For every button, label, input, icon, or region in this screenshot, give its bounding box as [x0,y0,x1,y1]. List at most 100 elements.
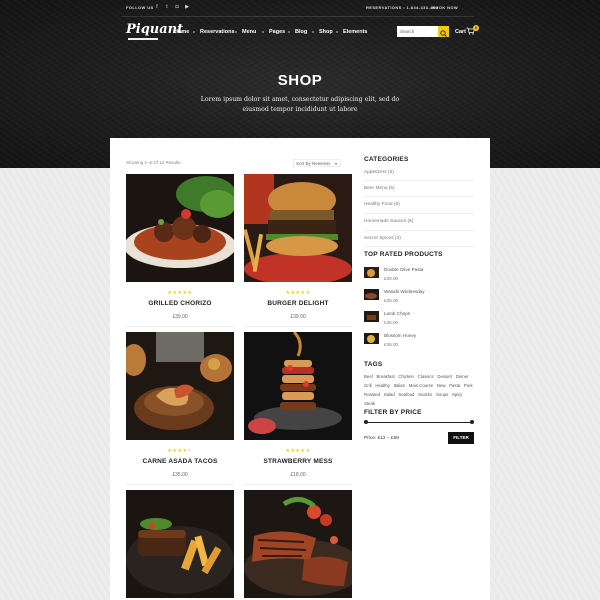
divider [364,246,474,247]
top-rated-price: £39.00 [384,342,399,347]
nav-separator [193,31,195,33]
price-range-label: Price: £12 – £59 [364,436,399,441]
product-price: £18.00 [290,472,306,478]
filter-heading: FILTER BY PRICE [364,409,422,416]
nav-item-reservations[interactable]: Reservations [200,29,235,35]
category-link[interactable]: Beer Menu (5) [364,186,474,191]
product-card[interactable] [126,490,234,598]
product-card[interactable]: ★★★★★ CARNE ASADA TACOS £35.00 [126,332,234,485]
nav-separator [288,31,290,33]
tag-link[interactable]: New [437,383,446,388]
star-rating: ★★★★★ [285,448,311,454]
star-rating: ★★★★★ [167,290,193,296]
nav-item-pages[interactable]: Pages [269,29,285,35]
product-card[interactable] [244,490,352,598]
top-rated-name[interactable]: Double Olive Pasta [384,267,423,272]
tag-link[interactable]: Salad [384,392,395,397]
divider [364,230,474,231]
instagram-icon[interactable]: ◘ [174,4,180,10]
top-rated-thumbnail[interactable] [364,266,379,278]
tag-link[interactable]: Dinner [456,374,469,379]
sort-select[interactable]: Sort By Newness [293,159,341,167]
chevron-down-icon: ▾ [335,161,338,166]
category-link[interactable]: Healthy Food (6) [364,202,474,207]
nav-separator [312,31,314,33]
divider [126,484,234,485]
nav-separator [336,31,338,33]
tag-link[interactable]: Chicken [398,374,414,379]
divider [364,196,474,197]
divider [244,326,352,327]
search-button[interactable] [438,26,449,37]
cart-link[interactable]: Cart [455,29,466,35]
product-price: £35.00 [172,472,188,478]
facebook-icon[interactable]: f [154,4,160,10]
tag-link[interactable]: Main Course [409,383,433,388]
nav-item-elements[interactable]: Elements [343,29,367,35]
twitter-icon[interactable]: t [164,4,170,10]
product-image[interactable] [126,174,234,282]
product-image[interactable] [244,332,352,440]
category-link[interactable]: Appetizers (5) [364,170,474,175]
tag-link[interactable]: Roasted [364,392,380,397]
product-card[interactable]: ★★★★★ BURGER DELIGHT £39.00 [244,174,352,327]
tag-link[interactable]: Steak [364,401,375,406]
top-rated-price: £39.00 [384,298,399,303]
product-image[interactable] [244,174,352,282]
tag-link[interactable]: Healthy [375,383,390,388]
search-icon [440,30,447,37]
tag-link[interactable]: Grill [364,383,372,388]
product-price: £39.00 [290,314,306,320]
divider [126,326,234,327]
product-image[interactable] [244,490,352,598]
price-slider[interactable] [364,422,474,423]
filter-button[interactable]: FILTER [448,432,474,444]
product-image[interactable] [126,332,234,440]
tag-link[interactable]: Classics [418,374,434,379]
tag-link[interactable]: Snacks [418,392,432,397]
top-rated-name[interactable]: Wasabi Wednesday [384,289,425,294]
nav-item-home[interactable]: Home [174,29,189,35]
top-rated-thumbnail[interactable] [364,332,379,344]
nav-item-menu[interactable]: Menu [242,29,256,35]
category-link[interactable]: Secret Spices (3) [364,236,474,241]
tag-link[interactable]: Pasta [449,383,460,388]
top-rated-name[interactable]: Lamb Chops [384,311,410,316]
book-now-link[interactable]: BOOK NOW [432,5,458,10]
product-card[interactable]: ★★★★★ STRAWBERRY MESS £18.00 [244,332,352,485]
top-rated-thumbnail[interactable] [364,310,379,322]
product-name[interactable]: CARNE ASADA TACOS [126,458,234,465]
top-rated-name[interactable]: Blossom Honey [384,333,416,338]
nav-separator [262,31,264,33]
youtube-icon[interactable]: ▶ [184,4,190,10]
result-count: Showing 1–6 Of 12 Results [126,160,181,165]
product-name[interactable]: GRILLED CHORIZO [126,300,234,307]
tag-link[interactable]: Spicy [452,392,463,397]
search-input[interactable]: Search [397,26,438,37]
tag-link[interactable]: Seafood [398,392,414,397]
tag-link[interactable]: Soups [436,392,448,397]
top-rated-price: £35.00 [384,320,399,325]
logo-underline [128,38,158,40]
category-link[interactable]: Homemade Sauces (6) [364,219,474,224]
tag-link[interactable]: Dessert [437,374,452,379]
tags-heading: TAGS [364,361,383,368]
shop-panel: Showing 1–6 Of 12 Results Sort By Newnes… [110,138,490,600]
reservations-link[interactable]: RESERVATIONS • 1-844-333-459 [366,5,438,10]
top-rated-thumbnail[interactable] [364,288,379,300]
nav-item-shop[interactable]: Shop [319,29,333,35]
tag-cloud: Beef Breakfast Chicken Classics Dessert … [364,372,476,408]
top-rated-heading: TOP RATED PRODUCTS [364,251,443,258]
tag-link[interactable]: Beef [364,374,373,379]
tag-link[interactable]: Pork [464,383,473,388]
nav-item-blog[interactable]: Blog [295,29,307,35]
product-name[interactable]: BURGER DELIGHT [244,300,352,307]
product-card[interactable]: ★★★★★ GRILLED CHORIZO £39.00 [126,174,234,327]
tag-link[interactable]: Breakfast [377,374,395,379]
tag-link[interactable]: Italian [394,383,405,388]
slider-handle-min[interactable] [364,420,368,424]
divider [244,484,352,485]
slider-handle-max[interactable] [470,420,474,424]
product-name[interactable]: STRAWBERRY MESS [244,458,352,465]
product-image[interactable] [126,490,234,598]
